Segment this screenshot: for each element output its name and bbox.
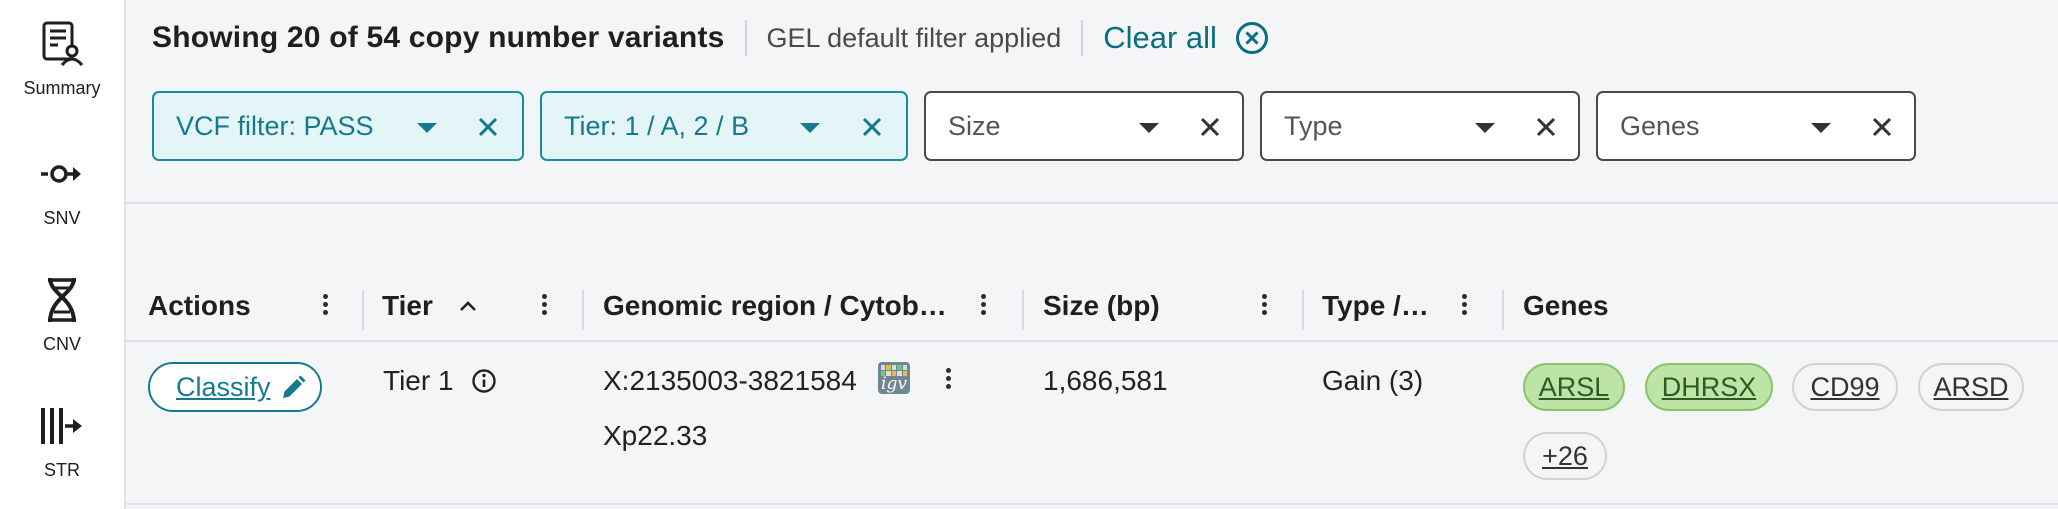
filter-chip-label: Genes xyxy=(1620,111,1700,141)
filter-chip-label: VCF filter: PASS xyxy=(176,111,374,141)
nav-item-summary[interactable]: Summary xyxy=(0,20,124,99)
dna-helix-icon xyxy=(38,276,86,324)
main-content: Showing 20 of 54 copy number variants GE… xyxy=(126,0,2058,509)
side-nav-rail: Summary SNV CNV STR xyxy=(0,0,126,509)
close-icon[interactable] xyxy=(1870,115,1894,139)
column-resize-handle[interactable] xyxy=(1502,290,1504,330)
column-header-label: Size (bp) xyxy=(1043,290,1160,321)
clear-all-label: Clear all xyxy=(1103,20,1217,55)
filter-chip-size[interactable]: Size xyxy=(924,91,1244,161)
chevron-down-icon[interactable] xyxy=(417,123,437,133)
column-resize-handle[interactable] xyxy=(1022,290,1024,330)
results-summary-bar: Showing 20 of 54 copy number variants GE… xyxy=(152,18,1269,58)
default-filter-note: GEL default filter applied xyxy=(766,22,1062,53)
column-menu-icon[interactable] xyxy=(1459,291,1469,321)
column-header-label: Type /… xyxy=(1322,290,1429,321)
gene-chip-dhrsx[interactable]: DHRSX xyxy=(1645,363,1773,411)
row-menu-icon[interactable] xyxy=(943,365,953,395)
column-resize-handle[interactable] xyxy=(362,290,364,330)
column-header-genes[interactable]: Genes xyxy=(1523,270,1723,342)
column-header-actions[interactable]: Actions xyxy=(148,270,318,342)
cytoband-value: Xp22.33 xyxy=(603,420,708,451)
table-row: Classify Tier 1 X:2135003-3821584 Xp22.3… xyxy=(126,344,2058,504)
classify-button[interactable]: Classify xyxy=(148,362,322,412)
column-menu-icon[interactable] xyxy=(978,291,988,321)
type-value: Gain (3) xyxy=(1322,365,1424,396)
nav-item-label: SNV xyxy=(43,208,81,228)
filter-chip-label: Size xyxy=(948,111,1001,141)
close-icon[interactable] xyxy=(1534,115,1558,139)
filter-chip-type[interactable]: Type xyxy=(1260,91,1580,161)
column-header-label: Actions xyxy=(148,290,251,321)
filter-chip-vcf[interactable]: VCF filter: PASS xyxy=(152,91,524,161)
gene-chip-cd99[interactable]: CD99 xyxy=(1792,363,1898,411)
results-count: Showing 20 of 54 copy number variants xyxy=(152,21,725,54)
cnv-variant-app: Summary SNV CNV STR Showing 20 of 54 cop… xyxy=(0,0,2058,509)
close-icon[interactable] xyxy=(1198,115,1222,139)
column-header-tier[interactable]: Tier xyxy=(382,270,532,342)
nav-item-str[interactable]: STR xyxy=(0,402,124,481)
column-header-label: Tier xyxy=(382,290,433,321)
classify-label: Classify xyxy=(176,372,271,402)
close-circle-icon xyxy=(1235,22,1268,54)
column-menu-icon[interactable] xyxy=(1259,291,1269,321)
str-icon xyxy=(38,402,86,450)
snv-icon xyxy=(38,150,86,198)
column-resize-handle[interactable] xyxy=(1302,290,1304,330)
table-header: Actions Tier Genomic region / Cytob… Siz… xyxy=(126,270,2058,342)
genomic-region-value: X:2135003-3821584 xyxy=(603,365,857,396)
nav-item-cnv[interactable]: CNV xyxy=(0,276,124,355)
divider xyxy=(744,20,747,56)
clear-all-button[interactable]: Clear all xyxy=(1103,20,1269,56)
column-header-size[interactable]: Size (bp) xyxy=(1043,270,1243,342)
info-icon[interactable] xyxy=(471,368,497,394)
pencil-icon xyxy=(283,375,306,398)
nav-item-label: Summary xyxy=(23,78,101,98)
chevron-down-icon[interactable] xyxy=(1475,123,1495,133)
section-divider xyxy=(126,202,2058,204)
close-icon[interactable] xyxy=(860,115,884,139)
column-header-type[interactable]: Type /… xyxy=(1322,270,1438,342)
divider xyxy=(1081,20,1084,56)
gene-chip-arsd[interactable]: ARSD xyxy=(1918,363,2024,411)
chevron-down-icon[interactable] xyxy=(1139,123,1159,133)
nav-item-label: STR xyxy=(44,460,80,480)
filter-chip-label: Tier: 1 / A, 2 / B xyxy=(564,111,750,141)
filter-chip-label: Type xyxy=(1284,111,1343,141)
column-menu-icon[interactable] xyxy=(539,291,549,321)
filter-chips: VCF filter: PASS Tier: 1 / A, 2 / B Size xyxy=(152,91,1916,161)
tier-value: Tier 1 xyxy=(383,365,454,396)
filter-chip-tier[interactable]: Tier: 1 / A, 2 / B xyxy=(540,91,908,161)
nav-item-label: CNV xyxy=(42,334,81,354)
filter-chip-genes[interactable]: Genes xyxy=(1596,91,1916,161)
column-header-label: Genes xyxy=(1523,290,1609,321)
igv-logo-text: igv xyxy=(881,374,907,394)
close-icon[interactable] xyxy=(476,115,500,139)
size-value: 1,686,581 xyxy=(1043,365,1168,396)
nav-item-snv[interactable]: SNV xyxy=(0,150,124,229)
column-menu-icon[interactable] xyxy=(320,291,330,321)
chevron-down-icon[interactable] xyxy=(1811,123,1831,133)
column-header-genomic-region[interactable]: Genomic region / Cytob… xyxy=(603,270,949,342)
column-header-label: Genomic region / Cytob… xyxy=(603,290,947,321)
chevron-down-icon[interactable] xyxy=(800,123,820,133)
column-resize-handle[interactable] xyxy=(582,290,584,330)
sort-ascending-icon[interactable] xyxy=(459,300,477,312)
igv-icon[interactable]: igv xyxy=(878,362,910,394)
gene-chip-arsl[interactable]: ARSL xyxy=(1523,363,1625,411)
more-genes-chip[interactable]: +26 xyxy=(1523,432,1607,480)
summary-report-icon xyxy=(38,20,86,68)
row-divider xyxy=(126,503,2058,505)
